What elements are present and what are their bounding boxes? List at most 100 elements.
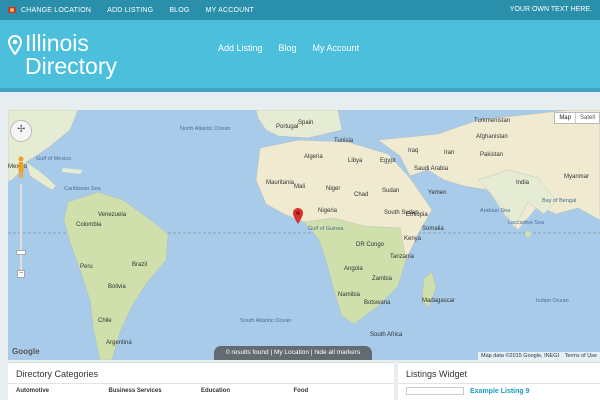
map-credit: Map data ©2015 Google, INEGI Terms of Us… — [478, 352, 600, 360]
map-label-venezuela: Venezuela — [98, 212, 127, 218]
zoom-slider-track[interactable] — [20, 184, 22, 270]
map-label-gulf-of-mexico: Gulf of Mexico — [36, 156, 71, 162]
map-type-map-button[interactable]: Map — [555, 113, 575, 123]
map-label-peru: Peru — [80, 264, 93, 270]
map-label-chile: Chile — [98, 318, 112, 324]
map-label-afghanistan: Afghanistan — [476, 134, 508, 140]
map-label-turkmenistan: Turkmenistan — [474, 118, 510, 124]
map-results-bar: 0 results foundMy Locationhide all marke… — [214, 346, 373, 360]
map-label-south-atlantic-ocean: South Atlantic Ocean — [240, 318, 291, 324]
hide-markers-link[interactable]: hide all markers — [309, 349, 360, 356]
map-label-yemen: Yemen — [428, 190, 446, 196]
map-label-pakistan: Pakistan — [480, 152, 503, 158]
map-label-myanmar: Myanmar — [564, 174, 589, 180]
map-label-niger: Niger — [326, 186, 340, 192]
category-education[interactable]: Education — [201, 388, 294, 394]
map-marker-icon[interactable] — [293, 208, 303, 224]
map-label-arabian-sea: Arabian Sea — [480, 208, 511, 214]
map-label-mauritania: Mauritania — [266, 180, 295, 186]
map-label-caribbean-sea: Caribbean Sea — [64, 186, 102, 192]
map-label-mali: Mali — [294, 184, 305, 190]
results-count: 0 results found — [226, 349, 269, 356]
map-label-tunisia: Tunisia — [334, 138, 354, 144]
map-label-algeria: Algeria — [304, 154, 323, 160]
map-label-libya: Libya — [348, 158, 363, 164]
map-label-bay-of-bengal: Bay of Bengal — [542, 198, 576, 204]
main-nav-add-listing[interactable]: Add Listing — [218, 43, 263, 53]
top-nav-label: ADD LISTING — [107, 6, 154, 14]
map-label-north-atlantic-ocean: North Atlantic Ocean — [180, 126, 230, 132]
map-label-brazil: Brazil — [132, 262, 147, 268]
map-label-south-sudan: South Sudan — [384, 210, 419, 216]
map-label-kenya: Kenya — [404, 236, 422, 242]
site-header: Illinois Directory Add Listing Blog My A… — [0, 20, 600, 92]
map-label-somalia: Somalia — [422, 226, 444, 232]
map-label-botswana: Botswana — [364, 300, 391, 306]
top-nav-label: BLOG — [169, 6, 190, 14]
map-label-madagascar: Madagascar — [422, 298, 455, 304]
map-label-namibia: Namibia — [338, 292, 361, 298]
main-nav-my-account[interactable]: My Account — [313, 43, 360, 53]
top-nav-change-location[interactable]: CHANGE LOCATION — [8, 7, 91, 14]
category-columns: Automotive Business Services Education F… — [8, 384, 394, 398]
map-label-south-africa: South Africa — [370, 332, 403, 338]
site-title-line1: Illinois — [25, 30, 89, 56]
category-automotive[interactable]: Automotive — [16, 388, 109, 394]
terms-of-use-link[interactable]: Terms of Use — [565, 353, 597, 359]
main-nav-blog[interactable]: Blog — [279, 43, 297, 53]
top-nav-label: CHANGE LOCATION — [21, 6, 92, 14]
map-label-iran: Iran — [444, 150, 454, 156]
map-label-spain: Spain — [298, 120, 313, 126]
site-title-line2: Directory — [25, 53, 118, 79]
top-bar: CHANGE LOCATION ADD LISTING BLOG MY ACCO… — [0, 0, 600, 20]
map-label-chad: Chad — [354, 192, 368, 198]
my-location-link[interactable]: My Location — [269, 349, 309, 356]
zoom-slider-handle[interactable] — [16, 250, 26, 255]
category-food[interactable]: Food — [294, 388, 387, 394]
map-label-angola: Angola — [344, 266, 363, 272]
map-label-sudan: Sudan — [382, 188, 399, 194]
map-label-bolivia: Bolivia — [108, 284, 126, 290]
top-nav-my-account[interactable]: MY ACCOUNT — [206, 7, 255, 14]
map-label-nigeria: Nigeria — [318, 208, 338, 214]
pegman-icon[interactable] — [17, 156, 25, 180]
site-logo[interactable]: Illinois Directory — [8, 32, 117, 78]
map-label-tanzania: Tanzania — [390, 254, 415, 260]
location-pin-icon — [8, 35, 22, 55]
top-nav-label: MY ACCOUNT — [205, 6, 255, 14]
map-label-indian-ocean: Indian Ocean — [536, 298, 569, 304]
list-item[interactable]: Example Listing 9 — [398, 384, 600, 398]
directory-categories-panel: Directory Categories Automotive Business… — [8, 362, 394, 400]
map-label-gulf-of-guinea: Gulf of Guinea — [308, 226, 344, 232]
map-label-iraq: Iraq — [408, 148, 418, 154]
map-label-portugal: Portugal — [276, 124, 298, 130]
listings-widget-panel: Listings Widget Example Listing 9 — [398, 362, 600, 400]
listings-map[interactable]: North Atlantic Ocean Portugal Spain Tunisia… — [8, 110, 600, 360]
map-data-credit: Map data ©2015 Google, INEGI — [481, 353, 560, 359]
main-nav: Add Listing Blog My Account — [218, 43, 375, 53]
top-nav-blog[interactable]: BLOG — [169, 7, 189, 14]
map-label-laccadive-sea: Laccadive Sea — [508, 220, 545, 226]
google-logo: Google — [12, 347, 40, 356]
top-nav: CHANGE LOCATION ADD LISTING BLOG MY ACCO… — [0, 0, 264, 20]
listing-name[interactable]: Example Listing 9 — [470, 388, 530, 395]
map-label-saudi-arabia: Saudi Arabia — [414, 166, 449, 172]
top-nav-add-listing[interactable]: ADD LISTING — [107, 7, 153, 14]
map-label-india: India — [516, 180, 530, 186]
listings-widget-title: Listings Widget — [398, 363, 600, 384]
map-label-argentina: Argentina — [106, 340, 132, 346]
map-pan-control[interactable] — [10, 120, 32, 142]
map-label-colombia: Colombia — [76, 222, 102, 228]
map-type-satellite-button[interactable]: Satell — [574, 113, 599, 123]
world-map: North Atlantic Ocean PortugalSpain Tunisia… — [8, 110, 600, 360]
map-label-dr-congo: DR Congo — [356, 242, 385, 248]
map-label-egypt: Egypt — [380, 158, 396, 164]
map-type-control: Map Satell — [554, 112, 600, 124]
zoom-out-button[interactable]: − — [17, 270, 25, 278]
directory-categories-title: Directory Categories — [8, 363, 394, 384]
flag-icon — [8, 7, 16, 13]
category-business-services[interactable]: Business Services — [109, 388, 202, 394]
top-bar-custom-text: YOUR OWN TEXT HERE. — [509, 6, 592, 13]
listing-thumbnail — [406, 387, 464, 395]
map-label-zambia: Zambia — [372, 276, 393, 282]
